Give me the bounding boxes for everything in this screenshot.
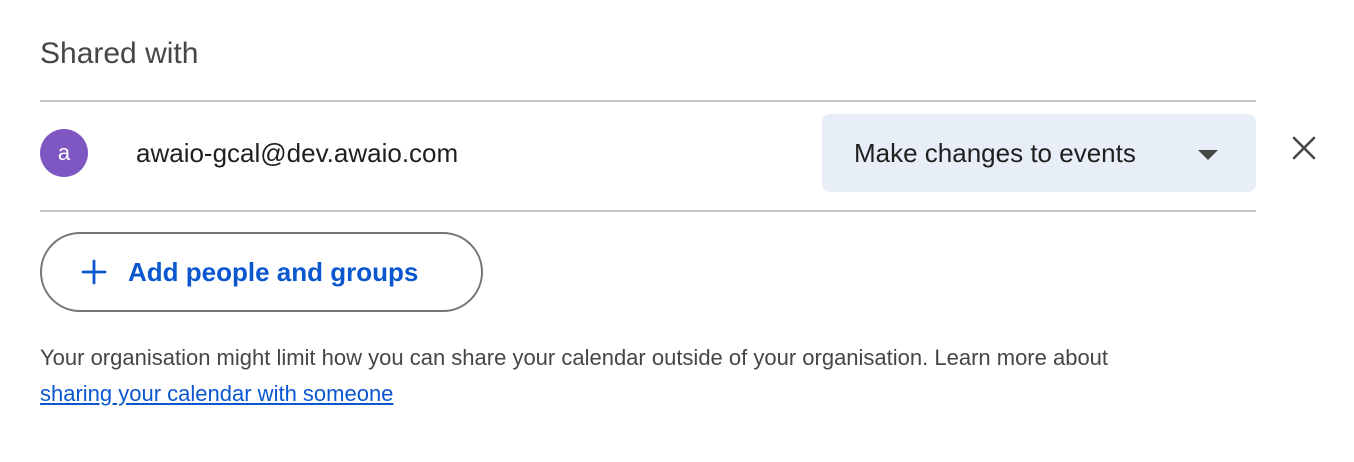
- avatar: a: [40, 129, 88, 177]
- section-title: Shared with: [40, 37, 199, 70]
- sharing-info-text: Your organisation might limit how you ca…: [40, 340, 1280, 412]
- shared-user-email: awaio-gcal@dev.awaio.com: [136, 138, 459, 168]
- sharing-info-message: Your organisation might limit how you ca…: [40, 345, 1109, 370]
- shared-with-section: Shared with a awaio-gcal@dev.awaio.com M…: [0, 0, 1354, 462]
- add-people-and-groups-label: Add people and groups: [128, 256, 419, 287]
- add-people-and-groups-button[interactable]: Add people and groups: [40, 232, 483, 312]
- caret-down-icon: [1198, 150, 1218, 160]
- divider-top: [40, 100, 1256, 102]
- divider-bottom: [40, 210, 1256, 212]
- plus-icon: [80, 258, 108, 286]
- permission-select-value: Make changes to events: [854, 137, 1136, 168]
- remove-user-button[interactable]: [1284, 128, 1324, 168]
- sharing-help-link[interactable]: sharing your calendar with someone: [40, 381, 393, 406]
- permission-select[interactable]: Make changes to events: [822, 114, 1256, 192]
- close-icon: [1292, 136, 1316, 160]
